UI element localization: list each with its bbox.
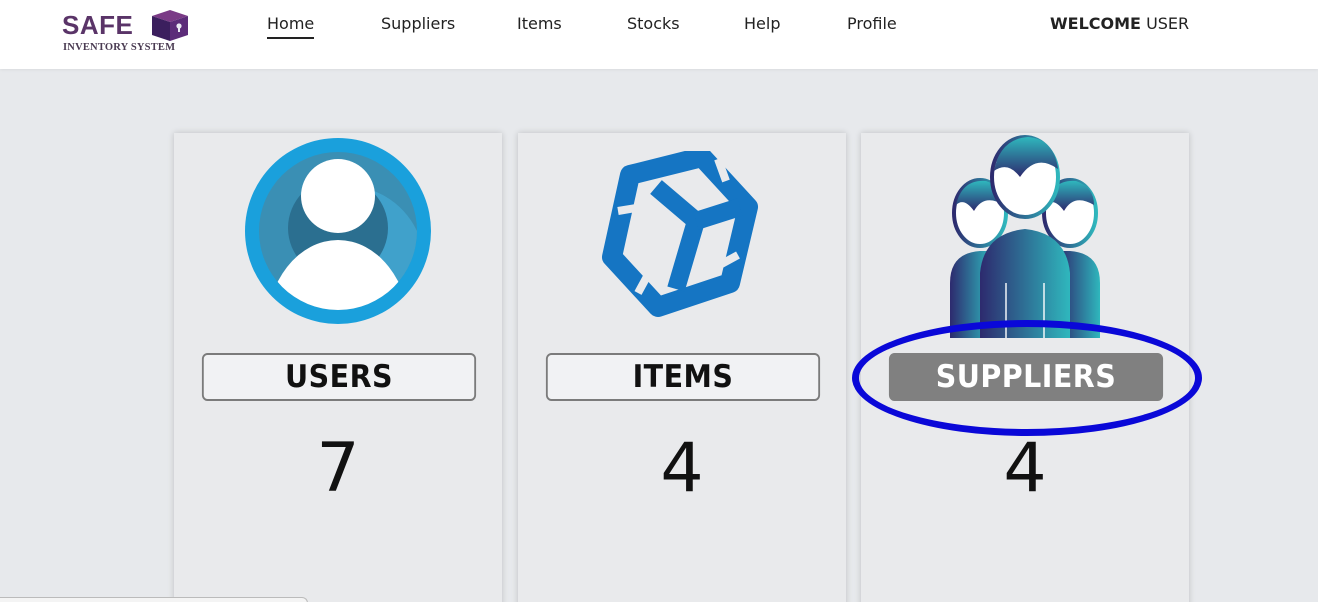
welcome-label: WELCOME bbox=[1050, 14, 1141, 33]
people-group-icon bbox=[950, 135, 1100, 338]
nav-items[interactable]: Items bbox=[517, 13, 562, 35]
suppliers-card[interactable]: SUPPLIERS 4 bbox=[861, 133, 1189, 602]
nav-suppliers[interactable]: Suppliers bbox=[381, 13, 455, 35]
items-label[interactable]: ITEMS bbox=[545, 353, 821, 401]
suppliers-count: 4 bbox=[1003, 429, 1047, 508]
bottom-panel-edge bbox=[0, 597, 308, 602]
logo-subtitle: Inventory System bbox=[63, 42, 176, 53]
users-label[interactable]: USERS bbox=[201, 353, 477, 401]
suppliers-label[interactable]: SUPPLIERS bbox=[888, 353, 1164, 401]
welcome-username: USER bbox=[1146, 14, 1190, 33]
logo-title: SAFE bbox=[62, 10, 134, 40]
nav-profile[interactable]: Profile bbox=[847, 13, 897, 35]
nav-stocks[interactable]: Stocks bbox=[627, 13, 680, 35]
nav-help[interactable]: Help bbox=[744, 13, 780, 35]
items-count: 4 bbox=[660, 429, 704, 508]
app-logo[interactable]: SAFE Inventory System bbox=[62, 8, 192, 58]
lock-box-icon bbox=[152, 10, 188, 41]
user-icon bbox=[245, 138, 431, 324]
users-count: 7 bbox=[316, 429, 360, 508]
nav-home[interactable]: Home bbox=[267, 13, 315, 39]
welcome-message: WELCOME USER bbox=[1050, 13, 1189, 35]
users-card[interactable]: USERS 7 bbox=[174, 133, 502, 602]
items-card[interactable]: ITEMS 4 bbox=[518, 133, 846, 602]
top-navbar: SAFE Inventory System Home Suppliers Ite… bbox=[0, 0, 1318, 69]
cube-icon bbox=[598, 151, 766, 319]
